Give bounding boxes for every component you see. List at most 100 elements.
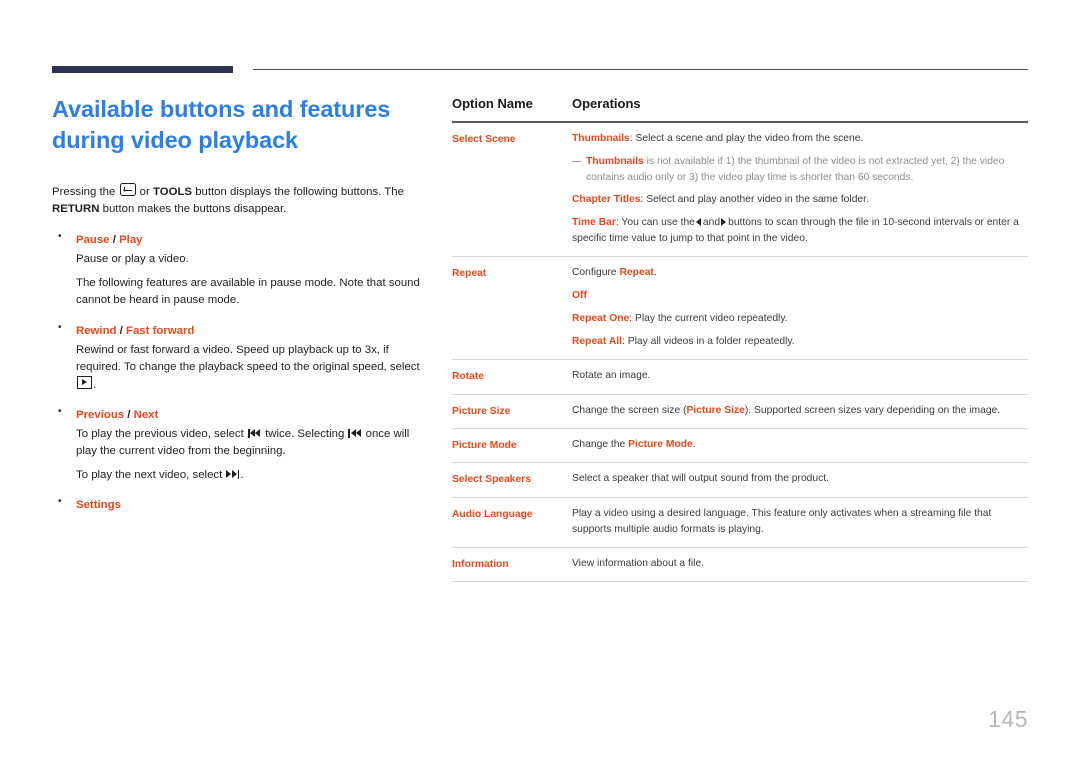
option-operations: Rotate an image.	[572, 368, 1028, 384]
options-table: Option Name Operations Select Scene Thum…	[452, 96, 1028, 583]
operation-text: : Play the current video repeatedly.	[629, 313, 788, 325]
keyword: Off	[572, 290, 587, 302]
operation-line: Chapter Titles: Select and play another …	[572, 192, 1028, 208]
skip-forward-icon	[226, 470, 240, 480]
bullet-title-separator: /	[124, 409, 134, 422]
keyword: Repeat One	[572, 313, 630, 325]
option-name: Picture Mode	[452, 440, 517, 451]
keyword: Picture Mode	[628, 439, 693, 450]
intro-return-label: RETURN	[52, 202, 100, 215]
bullet-title-separator: /	[116, 324, 127, 337]
operation-line: Thumbnails: Select a scene and play the …	[572, 131, 1028, 147]
option-name: Picture Size	[452, 405, 511, 417]
intro-tools-label: TOOLS	[152, 185, 193, 198]
bullet-title-part-a: Pause	[76, 234, 110, 247]
table-header-row: Option Name Operations	[452, 96, 1028, 121]
bullet-title: Previous / Next	[76, 407, 432, 424]
operation-line: Change the screen size (Picture Size). S…	[572, 403, 1028, 419]
bullet-paragraph: To play the next video, select .	[76, 467, 432, 484]
operation-line: Time Bar: You can use the and buttons to s…	[572, 215, 1028, 247]
intro-text-after: button displays the following buttons. T…	[195, 185, 404, 198]
operation-text: : You can use the	[615, 217, 695, 229]
bullet-title: Settings	[76, 497, 432, 514]
table-row: Information View information about a fil…	[452, 548, 1028, 583]
bullet-title-part-a: Settings	[76, 499, 121, 512]
operation-line: Off	[572, 288, 1028, 304]
operation-text: Change the	[572, 439, 629, 450]
operation-text: ). Supported screen sizes vary depending…	[744, 404, 1001, 416]
table-row: Repeat Configure Repeat. Off Repeat One:…	[452, 257, 1028, 361]
header-rule-line	[253, 69, 1028, 71]
column-header-operations: Operations	[572, 96, 641, 111]
column-header-option-name: Option Name	[452, 96, 533, 111]
option-operations: Thumbnails: Select a scene and play the …	[572, 131, 1028, 248]
bullet-text: To play the next video, select	[76, 469, 223, 482]
table-row: Rotate Rotate an image.	[452, 360, 1028, 395]
bullet-paragraph: Rewind or fast forward a video. Speed up…	[76, 342, 432, 394]
option-name: Select Scene	[452, 133, 516, 145]
bullet-title-part-a: Rewind	[76, 324, 117, 337]
option-operations: View information about a file.	[572, 556, 1028, 572]
operation-text: Change the screen size (	[572, 404, 687, 416]
option-name: Select Speakers	[452, 474, 531, 486]
table-row: Audio Language Play a video using a desi…	[452, 498, 1028, 548]
bullet-paragraph: To play the previous video, select twice…	[76, 426, 432, 460]
arrow-right-icon	[721, 218, 727, 227]
operation-line: Change the Picture Mode.	[572, 437, 1028, 453]
table-row: Picture Size Change the screen size (Pic…	[452, 395, 1028, 429]
operation-text: .	[653, 267, 657, 279]
intro-text-mid: or	[139, 185, 150, 198]
operation-text: : Select a scene and play the video from…	[629, 132, 864, 144]
list-item: Settings	[52, 496, 432, 514]
operation-line: Rotate an image.	[572, 370, 651, 382]
option-operations: Change the screen size (Picture Size). S…	[572, 403, 1028, 419]
bullet-title-part-b: Play	[119, 234, 143, 247]
operation-line: Configure Repeat.	[572, 265, 1028, 281]
keyword: Repeat	[619, 267, 654, 279]
skip-backward-icon	[348, 429, 361, 439]
operation-line: Play a video using a desired language. T…	[572, 507, 992, 535]
option-name: Audio Language	[452, 508, 533, 520]
table-row: Picture Mode Change the Picture Mode.	[452, 429, 1028, 464]
bullet-title: Rewind / Fast forward	[76, 323, 432, 340]
bullet-title-part-a: Previous	[76, 409, 125, 422]
operation-line: Select a speaker that will output sound …	[572, 473, 829, 485]
option-operations: Play a video using a desired language. T…	[572, 506, 1028, 538]
intro-text-before: Pressing the	[52, 185, 116, 198]
feature-bullet-list: Pause / Play Pause or play a video. The …	[52, 231, 432, 514]
option-name: Repeat	[452, 268, 487, 280]
list-item: Previous / Next To play the previous vid…	[52, 406, 432, 484]
operation-text: : Play all videos in a folder repeatedly…	[621, 336, 795, 348]
bullet-text: Rewind or fast forward a video. Speed up…	[76, 343, 420, 373]
keyword: Time Bar	[572, 217, 616, 229]
operation-line: Repeat One: Play the current video repea…	[572, 311, 1028, 327]
operation-line: Repeat All: Play all videos in a folder …	[572, 334, 1028, 350]
intro-paragraph: Pressing the or TOOLS button displays th…	[52, 182, 432, 219]
table-row: Select Speakers Select a speaker that wi…	[452, 463, 1028, 498]
keyword: Picture Size	[686, 404, 745, 416]
option-operations: Change the Picture Mode.	[572, 437, 1028, 453]
bullet-title: Pause / Play	[76, 232, 432, 249]
bullet-text-end: .	[240, 469, 244, 482]
operation-text: .	[692, 439, 696, 450]
bullet-title-part-b: Fast forward	[126, 324, 195, 337]
list-item: Pause / Play Pause or play a video. The …	[52, 231, 432, 309]
play-button-icon	[77, 375, 92, 389]
left-column: Available buttons and features during vi…	[52, 94, 432, 528]
option-operations: Select a speaker that will output sound …	[572, 471, 1028, 487]
keyword: Chapter Titles	[572, 194, 641, 206]
bullet-paragraph: Pause or play a video.	[76, 253, 189, 266]
enter-key-icon	[119, 182, 136, 196]
intro-text-end: button makes the buttons disappear.	[102, 202, 287, 215]
page-title: Available buttons and features during vi…	[52, 96, 391, 154]
list-item: Rewind / Fast forward Rewind or fast for…	[52, 322, 432, 394]
bullet-paragraph: The following features are available in …	[76, 277, 420, 307]
note-text: is not available if 1) the thumbnail of …	[586, 155, 1005, 183]
operation-text: : Select and play another video in the s…	[640, 194, 869, 206]
skip-backward-icon	[247, 429, 261, 439]
bullet-text-end: .	[93, 378, 97, 391]
option-name: Information	[452, 558, 509, 570]
page-number: 145	[988, 706, 1028, 732]
option-operations: Configure Repeat. Off Repeat One: Play t…	[572, 265, 1028, 350]
operation-text: Configure	[572, 267, 620, 279]
